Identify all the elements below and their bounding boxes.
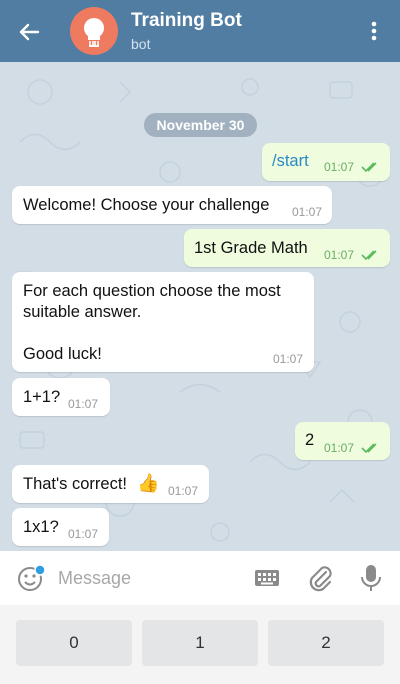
message-text: 2 xyxy=(305,431,315,449)
reply-button-1[interactable]: 1 xyxy=(142,620,258,666)
more-vertical-icon xyxy=(371,21,377,41)
message-bubble-outgoing[interactable]: 2 01:07 xyxy=(295,422,390,460)
date-divider: November 30 xyxy=(144,113,257,137)
lightbulb-icon xyxy=(84,18,104,47)
message-text: 1+1? xyxy=(23,388,61,406)
chat-title[interactable]: Training Bot xyxy=(131,10,242,32)
message-time: 01:07 xyxy=(168,484,199,498)
bot-command-link[interactable]: /start xyxy=(272,152,309,171)
double-check-icon xyxy=(361,250,377,261)
reply-button-0[interactable]: 0 xyxy=(16,620,132,666)
message-text: 1x1? xyxy=(23,518,59,536)
message-input[interactable]: Message xyxy=(58,568,131,589)
message-text-line: suitable answer. xyxy=(23,303,142,321)
thumbs-up-emoji: 👍 xyxy=(137,473,160,493)
message-bubble-incoming[interactable]: 1x1? 01:07 xyxy=(12,508,109,546)
double-check-icon xyxy=(361,162,377,173)
message-time: 01:07 xyxy=(292,205,323,219)
message-text: That's correct! xyxy=(23,475,128,493)
message-bubble-incoming[interactable]: Welcome! Choose your challenge 01:07 xyxy=(12,186,332,224)
double-check-icon xyxy=(361,443,377,454)
message-bubble-incoming[interactable]: 1+1? 01:07 xyxy=(12,378,110,416)
avatar[interactable] xyxy=(70,7,118,55)
attach-button[interactable] xyxy=(306,563,334,593)
message-time: 01:07 xyxy=(273,352,304,366)
message-time: 01:07 xyxy=(68,527,99,541)
message-time: 01:07 xyxy=(324,248,355,262)
more-menu-button[interactable] xyxy=(362,16,386,46)
emoji-icon xyxy=(18,564,46,591)
message-list[interactable]: November 30 /start 01:07 Welcome! Choose… xyxy=(0,62,400,551)
message-bubble-outgoing[interactable]: /start 01:07 xyxy=(262,143,390,181)
back-button[interactable] xyxy=(14,17,44,47)
message-bubble-outgoing[interactable]: 1st Grade Math 01:07 xyxy=(184,229,390,267)
microphone-icon xyxy=(361,565,381,591)
bot-reply-keyboard: 0 1 2 xyxy=(0,605,400,684)
chat-subtitle: bot xyxy=(131,36,151,52)
message-bubble-incoming[interactable]: For each question choose the most suitab… xyxy=(12,272,314,372)
message-text: Welcome! Choose your challenge xyxy=(23,196,270,214)
message-text-line: Good luck! xyxy=(23,345,102,363)
paperclip-icon xyxy=(309,566,332,592)
keyboard-icon xyxy=(255,570,279,586)
message-text-line: For each question choose the most xyxy=(23,282,281,300)
emoji-button[interactable] xyxy=(16,564,46,594)
message-time: 01:07 xyxy=(68,397,99,411)
chat-header: Training Bot bot xyxy=(0,0,400,62)
message-bubble-incoming[interactable]: That's correct! 👍 01:07 xyxy=(12,465,209,503)
message-text: 1st Grade Math xyxy=(194,239,308,257)
message-time: 01:07 xyxy=(324,441,355,455)
reply-button-2[interactable]: 2 xyxy=(268,620,384,666)
voice-record-button[interactable] xyxy=(359,563,383,593)
arrow-left-icon xyxy=(19,23,40,41)
message-time: 01:07 xyxy=(324,160,355,174)
bot-keyboard-toggle[interactable] xyxy=(254,567,280,589)
message-composer: Message xyxy=(0,551,400,605)
